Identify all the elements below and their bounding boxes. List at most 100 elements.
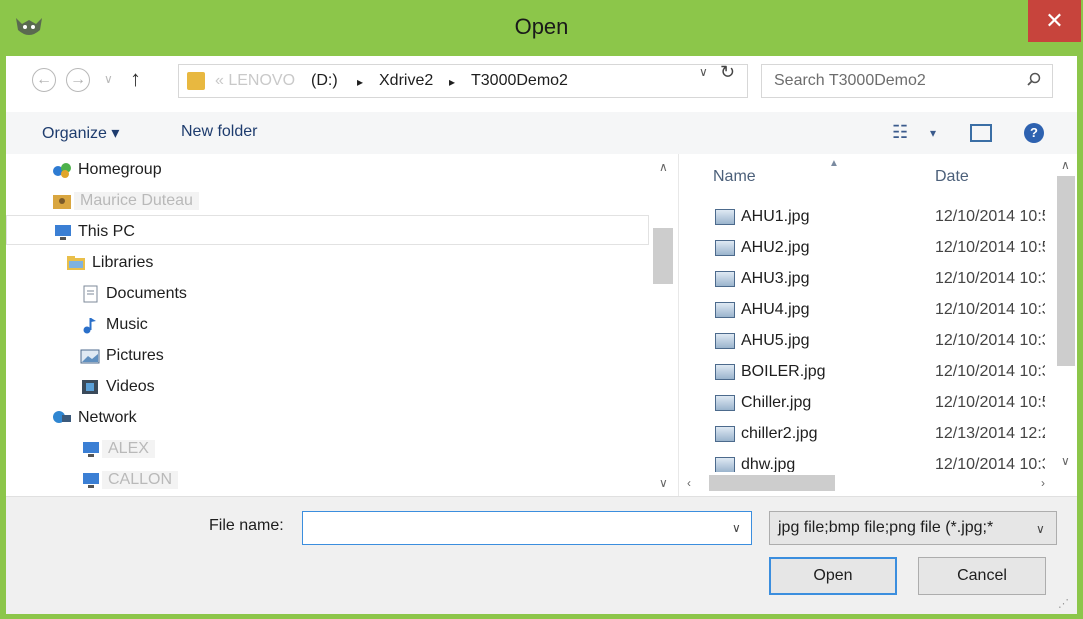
scroll-down-icon[interactable]: ∨ [1061, 454, 1070, 468]
image-file-icon [715, 240, 735, 256]
file-name: AHU3.jpg [741, 270, 810, 287]
change-view-icon[interactable]: ☷ [892, 122, 908, 143]
image-file-icon [715, 271, 735, 287]
image-file-icon [715, 302, 735, 318]
search-box[interactable]: Search T3000Demo2 [761, 64, 1053, 98]
file-row[interactable]: Chiller.jpg 12/10/2014 10:5 [715, 390, 1045, 420]
libraries-icon [67, 256, 85, 270]
file-type-value: jpg file;bmp file;png file (*.jpg;* [778, 519, 994, 536]
nav-item-label: Libraries [92, 254, 154, 271]
file-row[interactable]: BOILER.jpg 12/10/2014 10:3 [715, 359, 1045, 389]
music-icon [83, 318, 96, 334]
file-row[interactable]: chiller2.jpg 12/13/2014 12:2 [715, 421, 1045, 451]
file-row[interactable]: dhw.jpg 12/10/2014 10:3 [715, 452, 1045, 472]
up-button[interactable]: ↑ [130, 66, 141, 92]
file-date: 12/13/2014 12:2 [935, 425, 1045, 442]
pictures-icon [80, 349, 100, 364]
search-placeholder: Search T3000Demo2 [774, 72, 926, 89]
command-bar: Organize ▾ New folder ☷ ▾ ? [6, 112, 1077, 154]
address-dropdown-icon[interactable]: ∨ [699, 65, 708, 79]
file-scroll-thumb[interactable] [1057, 176, 1075, 366]
breadcrumb-t3000demo2[interactable]: T3000Demo2 [471, 72, 568, 90]
image-file-icon [715, 364, 735, 380]
file-row[interactable]: AHU5.jpg 12/10/2014 10:3 [715, 328, 1045, 358]
preview-pane-icon[interactable] [970, 124, 992, 142]
breadcrumb-separator[interactable]: ▸ [449, 75, 455, 89]
network-icon [53, 411, 71, 423]
scroll-left-icon[interactable]: ‹ [687, 476, 691, 490]
cancel-button[interactable]: Cancel [918, 557, 1046, 595]
refresh-icon[interactable]: ↻ [720, 62, 735, 83]
title-bar[interactable]: Open ✕ [0, 0, 1083, 56]
file-name: AHU4.jpg [741, 301, 810, 318]
nav-item-label: Music [106, 316, 148, 333]
address-row: ← → ∨ ↑ « LENOVO (D:) ▸ Xdrive2 ▸ T3000D… [6, 56, 1077, 112]
file-name: Chiller.jpg [741, 394, 812, 411]
horizontal-scroll-thumb[interactable] [709, 475, 835, 491]
image-file-icon [715, 457, 735, 472]
scroll-up-icon[interactable]: ∧ [1061, 158, 1070, 172]
nav-scroll-thumb[interactable] [653, 228, 673, 284]
file-date: 12/10/2014 10:3 [935, 456, 1045, 472]
file-name: AHU5.jpg [741, 332, 810, 349]
file-row[interactable]: AHU2.jpg 12/10/2014 10:5 [715, 235, 1045, 265]
file-row[interactable]: AHU4.jpg 12/10/2014 10:3 [715, 297, 1045, 327]
close-button[interactable]: ✕ [1028, 0, 1081, 42]
breadcrumb-drive[interactable]: (D:) [311, 72, 338, 90]
file-name-dropdown-icon[interactable]: ∨ [732, 521, 741, 535]
breadcrumb-separator[interactable]: ▸ [357, 75, 363, 89]
column-header-name[interactable]: Name [713, 168, 756, 186]
new-folder-button[interactable]: New folder [181, 123, 257, 141]
scroll-down-icon[interactable]: ∨ [659, 476, 668, 490]
dialog-footer: File name: ∨ jpg file;bmp file;png file … [6, 496, 1077, 614]
file-row[interactable]: AHU1.jpg 12/10/2014 10:5 [715, 204, 1045, 234]
nav-item-label: CALLON [102, 471, 179, 489]
image-file-icon [715, 395, 735, 411]
dialog-client: ← → ∨ ↑ « LENOVO (D:) ▸ Xdrive2 ▸ T3000D… [6, 56, 1077, 614]
help-icon[interactable]: ? [1024, 123, 1044, 143]
address-bar[interactable]: « LENOVO (D:) ▸ Xdrive2 ▸ T3000Demo2 [178, 64, 748, 98]
file-date: 12/10/2014 10:3 [935, 270, 1045, 287]
file-type-select[interactable]: jpg file;bmp file;png file (*.jpg;* ∨ [769, 511, 1057, 545]
homegroup-icon [53, 163, 71, 178]
nav-item-label: Homegroup [78, 161, 162, 178]
scroll-up-icon[interactable]: ∧ [659, 160, 668, 174]
file-name: chiller2.jpg [741, 425, 818, 442]
file-name: BOILER.jpg [741, 363, 826, 380]
file-name-input[interactable] [302, 511, 752, 545]
computer-icon [55, 225, 71, 240]
navigation-pane: Homegroup Maurice Duteau This PC Librari… [6, 154, 676, 496]
open-button[interactable]: Open [769, 557, 897, 595]
nav-item-label: Maurice Duteau [74, 192, 199, 210]
file-name: AHU2.jpg [741, 239, 810, 256]
user-folder-icon [53, 195, 71, 209]
nav-vertical-scrollbar[interactable] [653, 154, 673, 496]
folder-icon [187, 72, 205, 90]
computer-icon [83, 473, 99, 488]
nav-item-label: Network [78, 409, 137, 426]
scroll-right-icon[interactable]: › [1041, 476, 1045, 490]
file-date: 12/10/2014 10:5 [935, 239, 1045, 256]
file-name: dhw.jpg [741, 456, 796, 472]
view-dropdown-icon[interactable]: ▾ [930, 126, 936, 140]
file-name: AHU1.jpg [741, 208, 810, 225]
breadcrumb-lenovo[interactable]: « LENOVO [215, 72, 295, 90]
back-button[interactable]: ← [32, 68, 56, 92]
file-row[interactable]: AHU3.jpg 12/10/2014 10:3 [715, 266, 1045, 296]
file-date: 12/10/2014 10:5 [935, 208, 1045, 225]
column-header-date[interactable]: Date [935, 168, 969, 186]
computer-icon [83, 442, 99, 457]
breadcrumb-xdrive2[interactable]: Xdrive2 [379, 72, 433, 90]
file-date: 12/10/2014 10:3 [935, 332, 1045, 349]
file-list-pane: ▲ Name Date AHU1.jpg 12/10/2014 10:5 AHU… [678, 154, 1077, 496]
forward-button[interactable]: → [66, 68, 90, 92]
search-icon[interactable] [1026, 72, 1042, 88]
organize-button[interactable]: Organize ▾ [42, 123, 119, 143]
chevron-down-icon: ∨ [1036, 522, 1045, 536]
resize-grip-icon[interactable]: ⋰ [1058, 597, 1069, 610]
recent-locations-chevron-icon[interactable]: ∨ [104, 72, 113, 86]
image-file-icon [715, 333, 735, 349]
nav-item-label: Pictures [106, 347, 164, 364]
image-file-icon [715, 426, 735, 442]
sort-ascending-icon: ▲ [829, 158, 839, 169]
